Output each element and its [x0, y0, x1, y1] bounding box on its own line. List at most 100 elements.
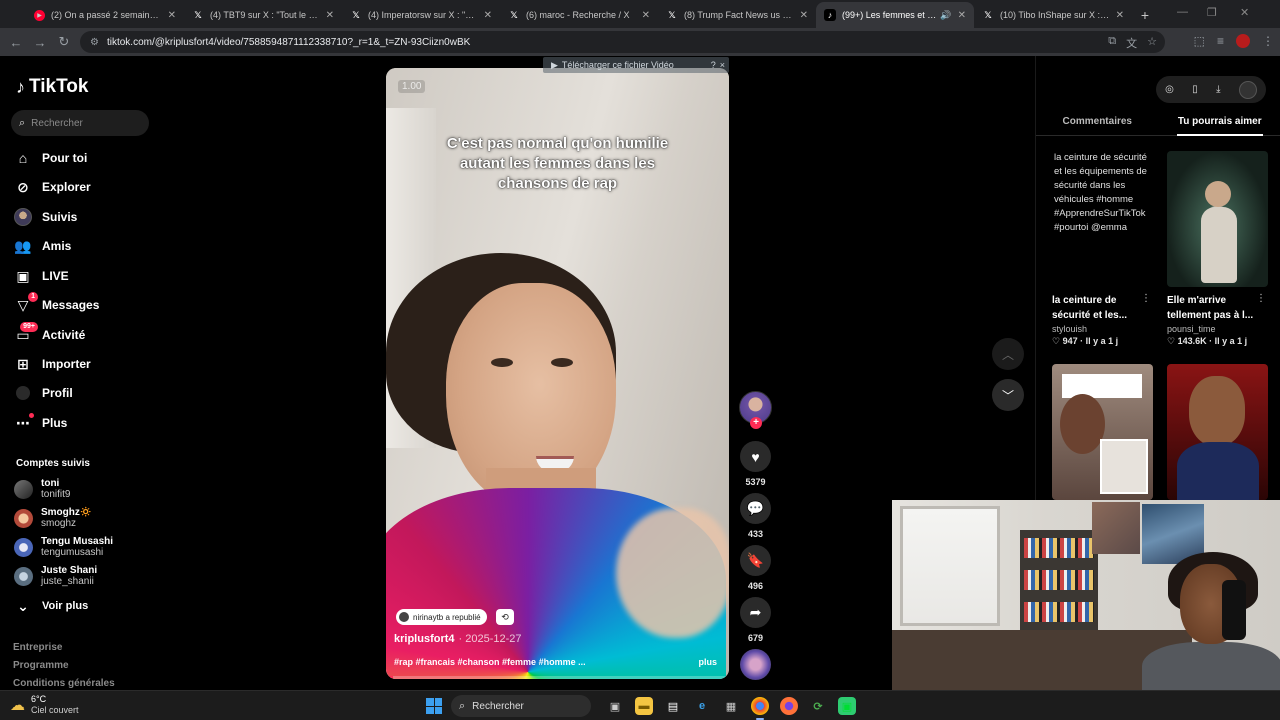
recommended-video-card[interactable] [1052, 364, 1153, 500]
footer-link[interactable]: Programme [13, 660, 69, 671]
description-more-link[interactable]: plus [698, 657, 717, 667]
share-button[interactable]: ➦ [740, 597, 771, 628]
phone-icon[interactable]: ▯ [1192, 84, 1198, 95]
search-input[interactable]: ⌕ Rechercher [11, 110, 149, 136]
video-thumbnail[interactable] [1167, 364, 1268, 500]
save-button[interactable]: 🔖 [740, 545, 771, 576]
nav-item-live[interactable]: ▣ LIVE [14, 264, 68, 288]
translate-icon[interactable]: 文 [1126, 35, 1137, 51]
repost-icon[interactable]: ⟲ [496, 609, 514, 625]
footer-link[interactable]: Conditions générales [13, 678, 115, 689]
video-thumbnail[interactable]: la ceinture de sécurité et les équipemen… [1052, 151, 1153, 287]
cast-icon[interactable]: ⧉ [1108, 35, 1116, 51]
notepad-icon[interactable]: ▤ [664, 697, 682, 715]
follow-plus-icon[interactable]: + [750, 417, 762, 429]
forward-icon[interactable]: → [28, 35, 52, 50]
browser-tab[interactable]: 𝕏 (6) maroc - Recherche / X ✕ [500, 2, 658, 28]
nav-item-explore[interactable]: ⊘ Explorer [14, 175, 91, 199]
browser-tab[interactable]: 𝕏 (8) Trump Fact News us sur X : ✕ [658, 2, 816, 28]
tiktok-logo[interactable]: ♪ TikTok [16, 76, 88, 98]
nav-item-profile[interactable]: Profil [14, 381, 73, 405]
task-view-icon[interactable]: ▣ [606, 697, 624, 715]
close-icon[interactable]: ✕ [958, 10, 966, 21]
nav-item-following[interactable]: Suivis [14, 205, 77, 229]
browser-tab[interactable]: 𝕏 (4) Imperatorsw sur X : "Même ✕ [342, 2, 500, 28]
nav-item-messages[interactable]: ▽ 1 Messages [14, 292, 99, 317]
back-icon[interactable]: ← [4, 35, 28, 50]
playback-speed[interactable]: 1.00 [398, 80, 426, 93]
kebab-menu-icon[interactable]: ⋮ [1262, 34, 1274, 48]
see-more-button[interactable]: ⌄ Voir plus [14, 594, 88, 618]
new-tab-button[interactable]: + [1132, 2, 1158, 28]
profile-avatar[interactable] [1236, 34, 1250, 48]
user-avatar[interactable] [1238, 80, 1257, 99]
close-icon[interactable]: ✕ [800, 10, 808, 21]
bookmark-star-icon[interactable]: ☆ [1147, 35, 1157, 51]
followed-account[interactable]: Tengu Musashi tengumusashi [14, 533, 113, 561]
browser-tab[interactable]: 𝕏 (10) Tibo InShape sur X : "@D ✕ [974, 2, 1132, 28]
footer-link[interactable]: Entreprise [13, 642, 62, 653]
file-explorer-icon[interactable]: ▬ [635, 697, 653, 715]
followed-account[interactable]: toni tonifit9 [14, 475, 70, 503]
video-thumbnail[interactable] [1052, 364, 1153, 500]
more-options-icon[interactable]: ⋮ [1141, 293, 1151, 304]
close-icon[interactable]: ✕ [168, 10, 176, 21]
like-button[interactable]: ♥ [740, 441, 771, 472]
comment-button[interactable]: 💬 [740, 493, 771, 524]
media-controls-icon[interactable]: ≡ [1217, 34, 1224, 48]
taskbar-search[interactable]: ⌕ Rechercher [451, 695, 591, 717]
recommended-video-card[interactable]: Elle m'arrive tellement pas à l... ⋮ pou… [1167, 151, 1268, 347]
weather-widget[interactable]: ☁ 6°C Ciel couvert [10, 694, 79, 716]
repost-chip[interactable]: nirinaytb a republié [396, 609, 487, 625]
nav-item-activity[interactable]: ▭ 99+ Activité [14, 322, 85, 347]
browser-tab-active[interactable]: ♪ (99+) Les femmes et l'humi🔊 ✕ [816, 2, 974, 28]
followed-account[interactable]: Smoghz🔅 smoghz [14, 504, 92, 532]
compass-icon[interactable]: ◎ [1165, 84, 1174, 95]
site-info-icon[interactable]: ⚙ [90, 37, 99, 48]
recommended-video-card[interactable]: la ceinture de sécurité et les équipemen… [1052, 151, 1153, 347]
previous-video-button[interactable]: ︿ [992, 338, 1024, 370]
close-icon[interactable]: ✕ [326, 10, 334, 21]
card-user[interactable]: stylouish [1052, 324, 1153, 334]
browser-tab[interactable]: 𝕏 (4) TBT9 sur X : "Tout le monde ✕ [184, 2, 342, 28]
windows-start-icon[interactable] [426, 698, 442, 714]
nav-item-upload[interactable]: ⊞ Importer [14, 352, 91, 376]
card-title[interactable]: la ceinture de sécurité et les... [1052, 293, 1153, 323]
help-icon[interactable]: ? [711, 60, 716, 70]
close-icon[interactable]: × [720, 60, 725, 70]
more-options-icon[interactable]: ⋮ [1256, 293, 1266, 304]
address-bar[interactable]: ⚙ tiktok.com/@kriplusfort4/video/7588594… [80, 31, 1165, 53]
minimize-icon[interactable]: — [1177, 6, 1188, 18]
reload-icon[interactable]: ↻ [52, 34, 76, 50]
music-disc-icon[interactable] [740, 649, 771, 680]
store-icon[interactable]: ▦ [722, 697, 740, 715]
chrome-icon[interactable] [751, 697, 769, 720]
restore-icon[interactable]: ❐ [1207, 6, 1217, 19]
nav-item-more[interactable]: ⋯ Plus [14, 411, 67, 435]
app-icon[interactable]: ▣ [838, 697, 856, 715]
download-video-bar[interactable]: ▶ Télécharger ce fichier Vidéo? × [543, 57, 729, 73]
nav-item-friends[interactable]: 👥 Amis [14, 234, 71, 258]
recommended-video-card[interactable] [1167, 364, 1268, 500]
video-thumbnail[interactable] [1167, 151, 1268, 287]
close-icon[interactable]: ✕ [1116, 10, 1124, 21]
download-icon[interactable]: ⤓ [1216, 84, 1220, 95]
close-icon[interactable]: ✕ [484, 10, 492, 21]
edge-icon[interactable]: e [693, 697, 711, 715]
video-progress-bar[interactable] [386, 676, 729, 679]
speaker-icon[interactable]: 🔊 [940, 10, 951, 21]
firefox-icon[interactable] [780, 697, 798, 715]
video-hashtags[interactable]: #rap #francais #chanson #femme #homme ..… [394, 657, 586, 667]
close-icon[interactable]: ✕ [642, 10, 650, 21]
tab-comments[interactable]: Commentaires [1036, 108, 1159, 135]
video-author[interactable]: kriplusfort4 · 2025-12-27 [394, 633, 522, 645]
card-title[interactable]: Elle m'arrive tellement pas à l... [1167, 293, 1268, 323]
sync-app-icon[interactable]: ⟳ [809, 697, 827, 715]
close-window-icon[interactable]: ✕ [1240, 6, 1249, 19]
followed-account[interactable]: Juste Shani juste_shanii [14, 562, 97, 590]
browser-tab[interactable]: ▶ (2) On a passé 2 semaines avec ✕ [26, 2, 184, 28]
extensions-icon[interactable]: ⬚ [1194, 34, 1205, 48]
tab-you-might-like[interactable]: Tu pourrais aimer [1159, 108, 1280, 136]
video-player[interactable]: 1.00 C'est pas normal qu'on humilie auta… [386, 68, 729, 679]
card-user[interactable]: pounsi_time [1167, 324, 1268, 334]
